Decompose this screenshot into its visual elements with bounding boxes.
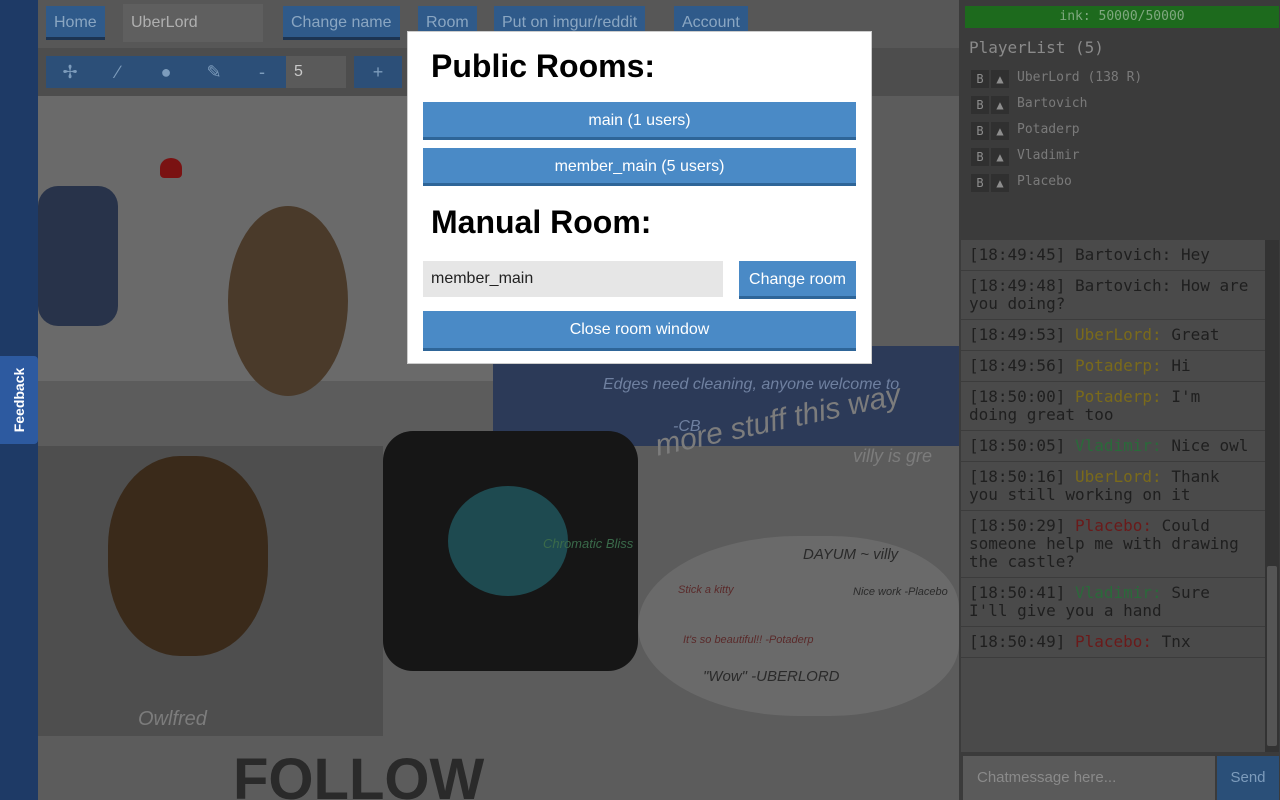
playerlist-title: PlayerList (5) <box>969 38 1104 57</box>
home-button[interactable]: Home <box>46 6 105 40</box>
brush-size-input[interactable]: 5 <box>286 56 346 88</box>
ban-button[interactable]: B <box>971 70 989 88</box>
chat-username[interactable]: Placebo: <box>1075 516 1152 535</box>
player-name: Vladimir <box>1017 148 1080 163</box>
chat-timestamp: [18:50:29] <box>969 516 1066 535</box>
canvas-note-villy: villy is gre <box>853 446 933 466</box>
upvote-button[interactable]: ▲ <box>991 122 1009 140</box>
chat-message: [18:50:29] Placebo: Could someone help m… <box>961 511 1265 578</box>
chat-message: [18:50:41] Vladimir: Sure I'll give you … <box>961 578 1265 627</box>
chat-text: Tnx <box>1161 632 1191 651</box>
canvas-note-chromatic: Chromatic Bliss <box>543 536 634 551</box>
chat-message: [18:50:49] Placebo: Tnx <box>961 627 1265 658</box>
chat-scrollbar[interactable] <box>1265 240 1279 752</box>
chat-log[interactable]: [18:49:45] Bartovich: Hey [18:49:48] Bart… <box>961 240 1265 752</box>
picker-tool-icon[interactable]: ✎ <box>190 56 238 88</box>
chat-text: Nice owl <box>1171 436 1249 455</box>
move-tool-icon[interactable]: ✢ <box>46 56 94 88</box>
ban-button[interactable]: B <box>971 174 989 192</box>
change-name-button[interactable]: Change name <box>283 6 400 40</box>
canvas-note-stick: Stick a kitty <box>678 584 734 596</box>
chat-username[interactable]: Vladimir: <box>1075 436 1162 455</box>
chat-username[interactable]: Placebo: <box>1075 632 1152 651</box>
canvas-note-wow: "Wow" -UBERLORD <box>703 668 840 685</box>
chat-message: [18:49:53] UberLord: Great <box>961 320 1265 351</box>
canvas-note-beautiful: It's so beautiful!! -Potaderp <box>683 634 814 646</box>
chat-scroll-thumb[interactable] <box>1267 566 1277 746</box>
ban-button[interactable]: B <box>971 148 989 166</box>
line-tool-icon[interactable]: ∕ <box>94 56 142 88</box>
chat-username[interactable]: UberLord: <box>1075 325 1162 344</box>
chat-input[interactable]: Chatmessage here... <box>963 756 1215 800</box>
owl-drawing <box>108 456 268 656</box>
chat-timestamp: [18:49:56] <box>969 356 1066 375</box>
chat-text: Hi <box>1171 356 1191 375</box>
chat-username[interactable]: Potaderp: <box>1075 387 1162 406</box>
chat-timestamp: [18:49:45] <box>969 245 1066 264</box>
feedback-label: Feedback <box>11 367 27 433</box>
right-panel: ink: 50000/50000 PlayerList (5) B ▲ Uber… <box>959 0 1280 800</box>
canvas-note-dayum: DAYUM ~ villy <box>803 546 899 563</box>
chat-message: [18:49:45] Bartovich: Hey <box>961 240 1265 271</box>
chat-username[interactable]: Vladimir: <box>1075 583 1162 602</box>
chat-timestamp: [18:50:05] <box>969 436 1066 455</box>
chat-message: [18:49:56] Potaderp: Hi <box>961 351 1265 382</box>
speech-bubble <box>638 536 959 716</box>
canvas-note-owlfred: Owlfred <box>138 708 207 730</box>
chat-message: [18:50:00] Potaderp: I'm doing great too <box>961 382 1265 431</box>
canvas-note-follow: FOLLOW <box>233 747 485 800</box>
manual-room-title: Manual Room: <box>431 204 652 240</box>
ban-button[interactable]: B <box>971 122 989 140</box>
chat-username[interactable]: Bartovich: <box>1075 276 1171 295</box>
chat-message: [18:50:05] Vladimir: Nice owl <box>961 431 1265 462</box>
player-name: Placebo <box>1017 174 1072 189</box>
username-input[interactable]: UberLord <box>123 4 263 42</box>
upvote-button[interactable]: ▲ <box>991 70 1009 88</box>
canvas-figure-dark <box>38 186 118 326</box>
player-row: B ▲ Bartovich <box>969 94 1269 116</box>
player-row: B ▲ Potaderp <box>969 120 1269 142</box>
upvote-button[interactable]: ▲ <box>991 96 1009 114</box>
ban-button[interactable]: B <box>971 96 989 114</box>
chat-message: [18:50:16] UberLord: Thank you still wor… <box>961 462 1265 511</box>
room-modal: Public Rooms: main (1 users) member_main… <box>408 32 871 363</box>
brush-tool-icon[interactable]: ● <box>142 56 190 88</box>
chat-timestamp: [18:50:41] <box>969 583 1066 602</box>
size-decrease-button[interactable]: - <box>238 56 286 88</box>
ink-meter: ink: 50000/50000 <box>965 6 1279 28</box>
heart-icon <box>160 158 182 178</box>
chat-text: Great <box>1171 325 1220 344</box>
manual-room-input[interactable]: member_main <box>423 261 723 297</box>
chat-text: Hey <box>1180 245 1210 264</box>
public-rooms-title: Public Rooms: <box>431 48 656 84</box>
chat-timestamp: [18:50:49] <box>969 632 1066 651</box>
player-name: Potaderp <box>1017 122 1080 137</box>
chat-timestamp: [18:49:53] <box>969 325 1066 344</box>
close-room-window-button[interactable]: Close room window <box>423 311 856 351</box>
chat-timestamp: [18:49:48] <box>969 276 1066 295</box>
chat-message: [18:49:48] Bartovich: How are you doing? <box>961 271 1265 320</box>
player-name: Bartovich <box>1017 96 1088 111</box>
upvote-button[interactable]: ▲ <box>991 148 1009 166</box>
chat-username[interactable]: Bartovich: <box>1075 245 1171 264</box>
player-row: B ▲ UberLord (138 R) <box>969 68 1269 90</box>
player-row: B ▲ Placebo <box>969 172 1269 194</box>
upvote-button[interactable]: ▲ <box>991 174 1009 192</box>
chat-username[interactable]: UberLord: <box>1075 467 1162 486</box>
chat-timestamp: [18:50:00] <box>969 387 1066 406</box>
player-name: UberLord (138 R) <box>1017 70 1143 85</box>
portrait-drawing <box>228 206 348 396</box>
chat-username[interactable]: Potaderp: <box>1075 356 1162 375</box>
change-room-button[interactable]: Change room <box>739 261 856 299</box>
size-increase-button[interactable]: + <box>354 56 402 88</box>
room-button-main[interactable]: main (1 users) <box>423 102 856 140</box>
feedback-tab[interactable]: Feedback <box>0 356 38 444</box>
send-button[interactable]: Send <box>1217 756 1279 800</box>
canvas-note-nice: Nice work -Placebo <box>853 586 948 598</box>
room-button-member-main[interactable]: member_main (5 users) <box>423 148 856 186</box>
chat-timestamp: [18:50:16] <box>969 467 1066 486</box>
player-row: B ▲ Vladimir <box>969 146 1269 168</box>
